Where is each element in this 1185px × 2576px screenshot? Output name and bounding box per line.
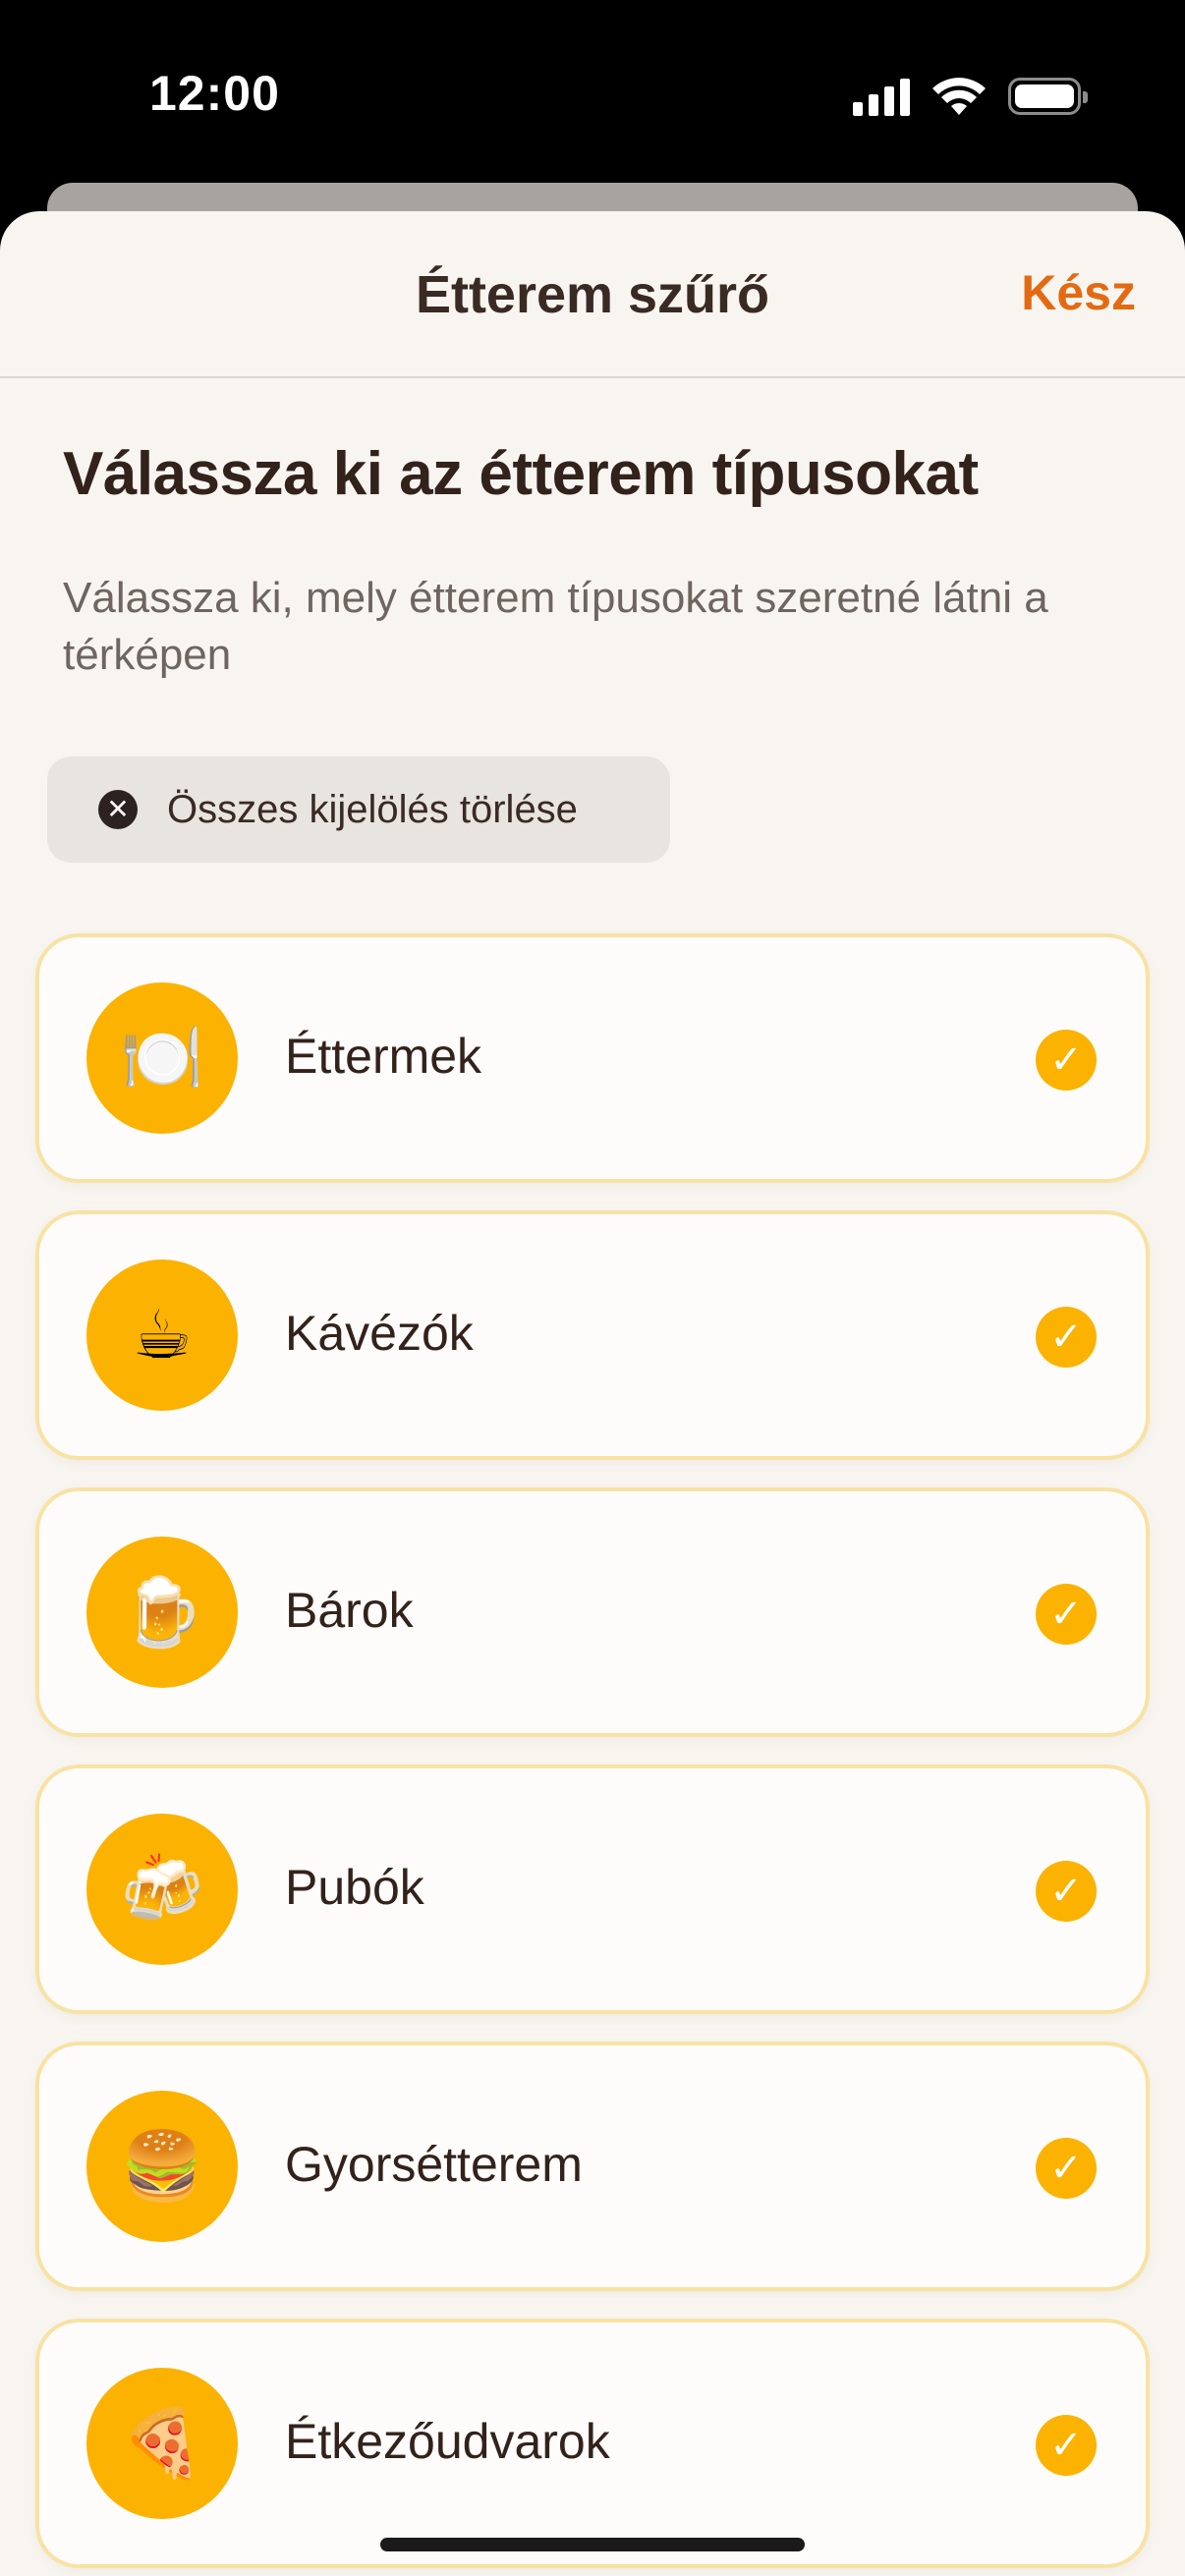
checkmark-icon: ✓ (1036, 1861, 1097, 1922)
cellular-signal-icon (853, 77, 910, 116)
pizza-icon: 🍕 (86, 2368, 238, 2519)
category-card-barok[interactable]: 🍺 Bárok ✓ (35, 1487, 1150, 1737)
category-label: Éttermek (285, 1029, 482, 1084)
clinking-beers-icon: 🍻 (86, 1814, 238, 1965)
nav-bar: Étterem szűrő Kész (0, 211, 1185, 378)
category-label: Bárok (285, 1583, 414, 1638)
category-card-ettermek[interactable]: 🍽️ Éttermek ✓ (35, 933, 1150, 1183)
category-card-pubok[interactable]: 🍻 Pubók ✓ (35, 1764, 1150, 2014)
page-subtitle: Válassza ki, mely étterem típusokat szer… (63, 574, 1048, 679)
checkmark-icon: ✓ (1036, 1030, 1097, 1091)
status-icons (853, 71, 1088, 122)
wifi-icon (932, 78, 986, 115)
beer-mug-icon: 🍺 (86, 1537, 238, 1688)
status-bar: 12:00 (0, 0, 1185, 187)
checkmark-icon: ✓ (1036, 1584, 1097, 1645)
checkmark-icon: ✓ (1036, 2138, 1097, 2199)
checkmark-icon: ✓ (1036, 2415, 1097, 2476)
plate-cutlery-icon: 🍽️ (86, 982, 238, 1134)
close-circle-icon: ✕ (98, 790, 138, 829)
checkmark-icon: ✓ (1036, 1307, 1097, 1368)
category-card-gyorsetterem[interactable]: 🍔 Gyorsétterem ✓ (35, 2042, 1150, 2291)
battery-icon (1008, 78, 1088, 115)
category-card-kavezok[interactable]: ☕ Kávézók ✓ (35, 1210, 1150, 1460)
clear-selection-label: Összes kijelölés törlése (167, 787, 578, 831)
clear-selection-button[interactable]: ✕ Összes kijelölés törlése (47, 756, 670, 863)
done-button[interactable]: Kész (1021, 264, 1136, 321)
category-card-etkezoudvarok[interactable]: 🍕 Étkezőudvarok ✓ (35, 2319, 1150, 2568)
category-label: Étkezőudvarok (285, 2414, 610, 2469)
status-time: 12:00 (149, 66, 280, 121)
category-label: Gyorsétterem (285, 2137, 583, 2192)
page-heading: Válassza ki az étterem típusokat (63, 440, 979, 508)
category-label: Pubók (285, 1860, 424, 1915)
burger-icon: 🍔 (86, 2091, 238, 2242)
coffee-cup-icon: ☕ (86, 1260, 238, 1411)
nav-title: Étterem szűrő (415, 265, 770, 324)
filter-sheet: Étterem szűrő Kész Válassza ki az éttere… (0, 211, 1185, 2576)
home-indicator[interactable] (380, 2538, 805, 2551)
category-label: Kávézók (285, 1306, 474, 1361)
